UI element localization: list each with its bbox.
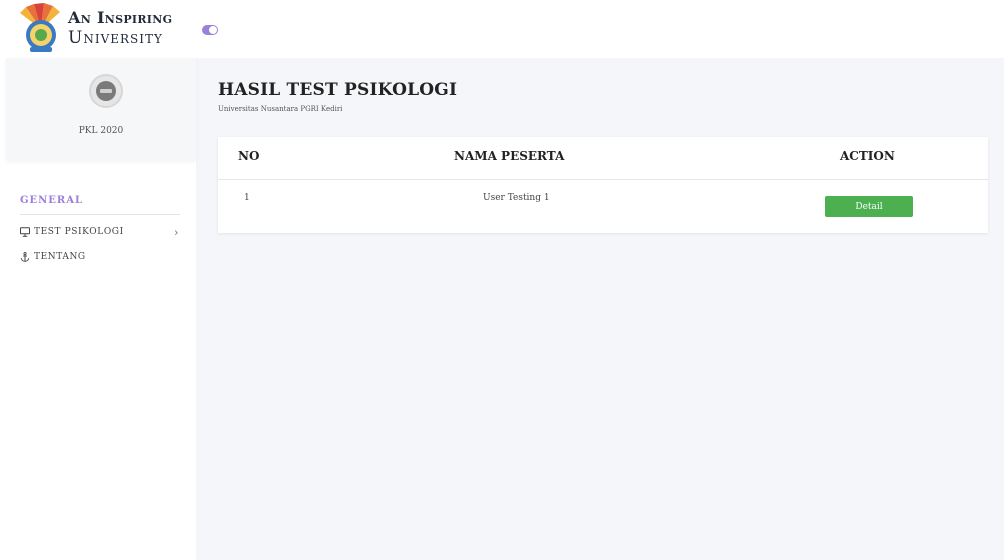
sidebar-item-label: TEST PSIKOLOGI bbox=[34, 227, 124, 237]
university-logo[interactable]: An Inspiring University bbox=[18, 3, 178, 57]
logo-line-1: An Inspiring bbox=[68, 8, 173, 27]
profile-card: PKL 2020 bbox=[6, 58, 196, 160]
sidebar-item-label: TENTANG bbox=[34, 252, 86, 262]
logo-text: An Inspiring University bbox=[68, 8, 172, 48]
column-header-nama-peserta: NAMA PESERTA bbox=[454, 149, 565, 163]
page-subtitle: Universitas Nusantara PGRI Kediri bbox=[218, 105, 343, 113]
university-emblem-icon bbox=[20, 3, 60, 52]
table-header: NO NAMA PESERTA ACTION bbox=[218, 137, 988, 180]
column-header-action: ACTION bbox=[840, 149, 895, 163]
column-header-no: NO bbox=[238, 149, 260, 163]
table-row: 1 User Testing 1 Detail bbox=[218, 180, 988, 233]
section-divider bbox=[20, 214, 180, 215]
profile-name: PKL 2020 bbox=[78, 126, 124, 136]
sidebar-toggle-switch[interactable] bbox=[202, 25, 218, 35]
sidebar-item-tentang[interactable]: TENTANG bbox=[20, 251, 180, 269]
monitor-icon bbox=[20, 227, 30, 237]
avatar bbox=[89, 74, 123, 108]
sidebar: PKL 2020 GENERAL TEST PSIKOLOGI › TENTAN… bbox=[0, 58, 196, 560]
section-title-general: GENERAL bbox=[20, 195, 84, 206]
avatar-icon bbox=[96, 81, 116, 101]
toggle-knob bbox=[209, 26, 217, 34]
detail-button[interactable]: Detail bbox=[825, 196, 913, 217]
sidebar-item-test-psikologi[interactable]: TEST PSIKOLOGI › bbox=[20, 226, 180, 244]
logo-line-2: University bbox=[68, 28, 163, 48]
anchor-icon bbox=[20, 252, 30, 262]
top-header: An Inspiring University bbox=[0, 0, 1004, 58]
cell-nama-peserta: User Testing 1 bbox=[483, 193, 550, 203]
cell-no: 1 bbox=[244, 193, 250, 203]
results-table: NO NAMA PESERTA ACTION 1 User Testing 1 … bbox=[218, 137, 988, 233]
chevron-right-icon: › bbox=[174, 226, 179, 239]
page-title: HASIL TEST PSIKOLOGI bbox=[218, 80, 458, 100]
